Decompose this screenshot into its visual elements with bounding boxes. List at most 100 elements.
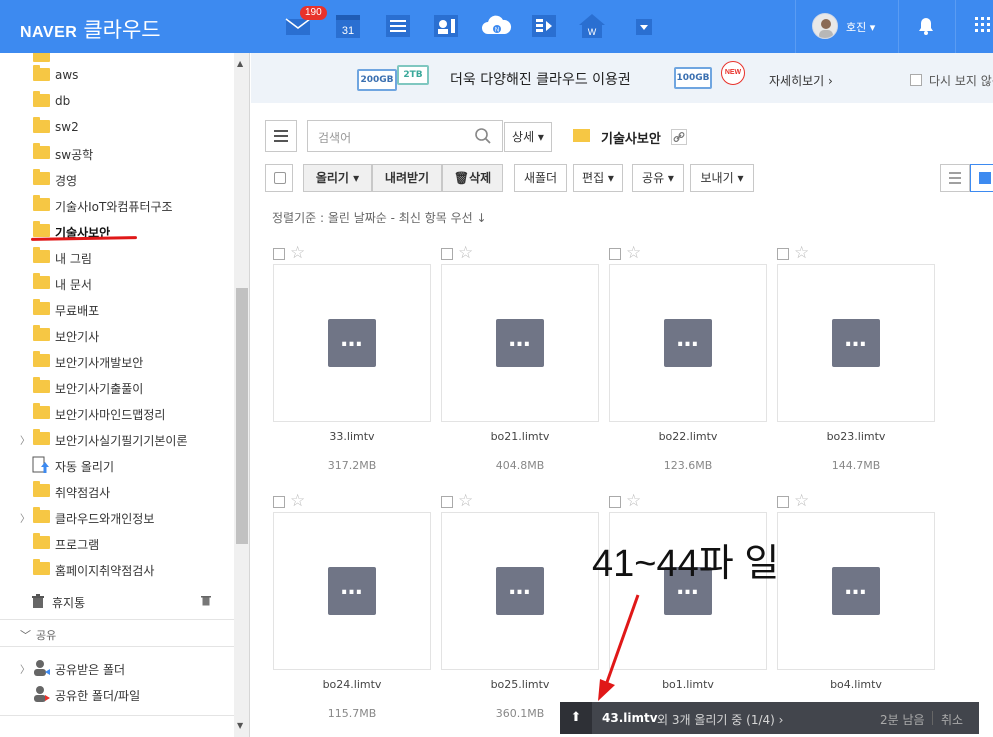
file-thumbnail[interactable]: … [273, 512, 431, 670]
file-checkbox[interactable] [273, 496, 285, 508]
new-folder-button[interactable]: 새폴더 [514, 164, 567, 192]
sidebar-item[interactable]: 자동 올리기 [0, 452, 234, 478]
file-checkbox[interactable] [609, 248, 621, 260]
sidebar-item[interactable]: sw2 [0, 114, 234, 140]
star-icon[interactable]: ☆ [290, 243, 305, 263]
promo-banner[interactable]: 200GB 2TB 더욱 다양해진 클라우드 이용권 100GB NEW 자세히… [251, 53, 993, 103]
more-apps-icon[interactable] [630, 12, 658, 40]
upload-progress-bar[interactable]: ⬆ 43.limtv 외 3개 올리기 중 (1/4) › 2분 남음 취소 [560, 702, 979, 734]
office-icon[interactable] [530, 12, 558, 40]
app-grid-icon[interactable] [975, 17, 993, 38]
search-input[interactable]: 검색어 [307, 120, 503, 152]
sidebar-item[interactable]: 내 문서 [0, 270, 234, 296]
sidebar-item[interactable]: 경영 [0, 166, 234, 192]
file-checkbox[interactable] [441, 496, 453, 508]
detail-search-button[interactable]: 상세 ▾ [504, 122, 552, 152]
thumbnail-view-button[interactable] [970, 164, 993, 192]
file-checkbox[interactable] [609, 496, 621, 508]
folder-icon [33, 325, 50, 341]
trash-item[interactable]: 휴지통 [0, 588, 234, 614]
file-thumbnail[interactable]: … [273, 264, 431, 422]
upload-button[interactable]: 올리기 ▾ [303, 164, 372, 192]
badge-2tb: 2TB [397, 65, 429, 85]
star-icon[interactable]: ☆ [794, 491, 809, 511]
edit-button[interactable]: 편집 ▾ [573, 164, 623, 192]
sidebar-item-label: 기술사IoT와컴퓨터구조 [55, 200, 173, 214]
dont-show-checkbox[interactable] [910, 74, 922, 86]
search-icon[interactable] [474, 127, 492, 148]
sort-order-label[interactable]: 정렬기준 : 올린 날짜순 - 최신 항목 우선 ↓ [272, 209, 487, 226]
file-name[interactable]: bo4.limtv [777, 678, 935, 691]
file-thumbnail[interactable]: … [777, 512, 935, 670]
star-icon[interactable]: ☆ [626, 243, 641, 263]
bell-icon[interactable] [916, 16, 936, 39]
sidebar-item[interactable]: 기술사IoT와컴퓨터구조 [0, 192, 234, 218]
file-checkbox[interactable] [777, 496, 789, 508]
mail-count-badge: 190 [300, 6, 327, 20]
cloud-icon[interactable]: N [480, 12, 512, 40]
file-checkbox[interactable] [273, 248, 285, 260]
file-name[interactable]: bo23.limtv [777, 430, 935, 443]
sidebar-item[interactable]: 무료배포 [0, 296, 234, 322]
empty-trash-icon[interactable] [200, 594, 212, 609]
list-icon[interactable] [384, 12, 412, 40]
file-thumbnail[interactable]: … [441, 512, 599, 670]
folder-link-icon[interactable] [671, 129, 687, 145]
sidebar-item[interactable]: 보안기사마인드맵정리 [0, 400, 234, 426]
scrollbar-thumb[interactable] [236, 288, 248, 544]
calendar-icon[interactable]: 31 [334, 12, 362, 40]
cancel-upload-button[interactable]: 취소 [941, 711, 963, 728]
blog-home-icon[interactable]: W [578, 12, 606, 40]
sidebar-item[interactable]: 프로그램 [0, 530, 234, 556]
star-icon[interactable]: ☆ [794, 243, 809, 263]
menu-toggle-button[interactable] [265, 120, 297, 152]
logo[interactable]: NAVER 클라우드 [20, 14, 161, 44]
file-name[interactable]: 33.limtv [273, 430, 431, 443]
sidebar-item[interactable]: db [0, 88, 234, 114]
chevron-right-icon[interactable]: 〉 [20, 510, 30, 525]
file-thumbnail[interactable]: … [441, 264, 599, 422]
file-name[interactable]: bo25.limtv [441, 678, 599, 691]
shared-by-me-item[interactable]: 공유한 폴더/파일 [0, 681, 234, 707]
sidebar-item[interactable]: 보안기사 [0, 322, 234, 348]
star-icon[interactable]: ☆ [458, 491, 473, 511]
sidebar-item[interactable]: sw공학 [0, 140, 234, 166]
file-name[interactable]: bo21.limtv [441, 430, 599, 443]
file-checkbox[interactable] [777, 248, 789, 260]
scroll-down-icon[interactable]: ▼ [237, 721, 243, 730]
sidebar-item[interactable]: 〉 보안기사실기필기기본이론 [0, 426, 234, 452]
select-all-checkbox[interactable] [265, 164, 293, 192]
file-size: 404.8MB [495, 459, 545, 472]
folder-icon [33, 377, 50, 393]
upload-status[interactable]: 외 3개 올리기 중 (1/4) › [657, 711, 783, 728]
list-view-button[interactable] [940, 164, 970, 192]
file-checkbox[interactable] [441, 248, 453, 260]
share-button[interactable]: 공유 ▾ [632, 164, 684, 192]
file-thumbnail[interactable]: … [609, 264, 767, 422]
sidebar-item-label: 보안기사실기필기기본이론 [55, 434, 188, 448]
export-button[interactable]: 보내기 ▾ [690, 164, 754, 192]
delete-button[interactable]: 🗑삭제 [442, 164, 503, 192]
list-view-icon [949, 172, 961, 184]
sidebar-item[interactable]: 내 그림 [0, 244, 234, 270]
contacts-icon[interactable] [432, 12, 460, 40]
file-name[interactable]: bo22.limtv [609, 430, 767, 443]
sidebar-item[interactable]: 취약점검사 [0, 478, 234, 504]
chevron-right-icon[interactable]: 〉 [20, 432, 30, 447]
share-section-header[interactable]: ﹀ 공유 [0, 619, 234, 647]
download-button[interactable]: 내려받기 [372, 164, 442, 192]
star-icon[interactable]: ☆ [290, 491, 305, 511]
file-thumbnail[interactable]: … [777, 264, 935, 422]
sidebar-item[interactable]: 홈페이지취약점검사 [0, 556, 234, 582]
sidebar-item[interactable]: aws [0, 62, 234, 88]
sidebar-item[interactable]: 보안기사개발보안 [0, 348, 234, 374]
star-icon[interactable]: ☆ [458, 243, 473, 263]
sidebar-item[interactable]: 〉 클라우드와개인정보 [0, 504, 234, 530]
star-icon[interactable]: ☆ [626, 491, 641, 511]
shared-received-item[interactable]: 〉 공유받은 폴더 [0, 655, 234, 681]
file-name[interactable]: bo24.limtv [273, 678, 431, 691]
scroll-up-icon[interactable]: ▲ [237, 59, 243, 68]
banner-more-link[interactable]: 자세히보기 › [769, 72, 833, 89]
chevron-right-icon[interactable]: 〉 [20, 661, 30, 676]
sidebar-item[interactable]: 보안기사기출풀이 [0, 374, 234, 400]
